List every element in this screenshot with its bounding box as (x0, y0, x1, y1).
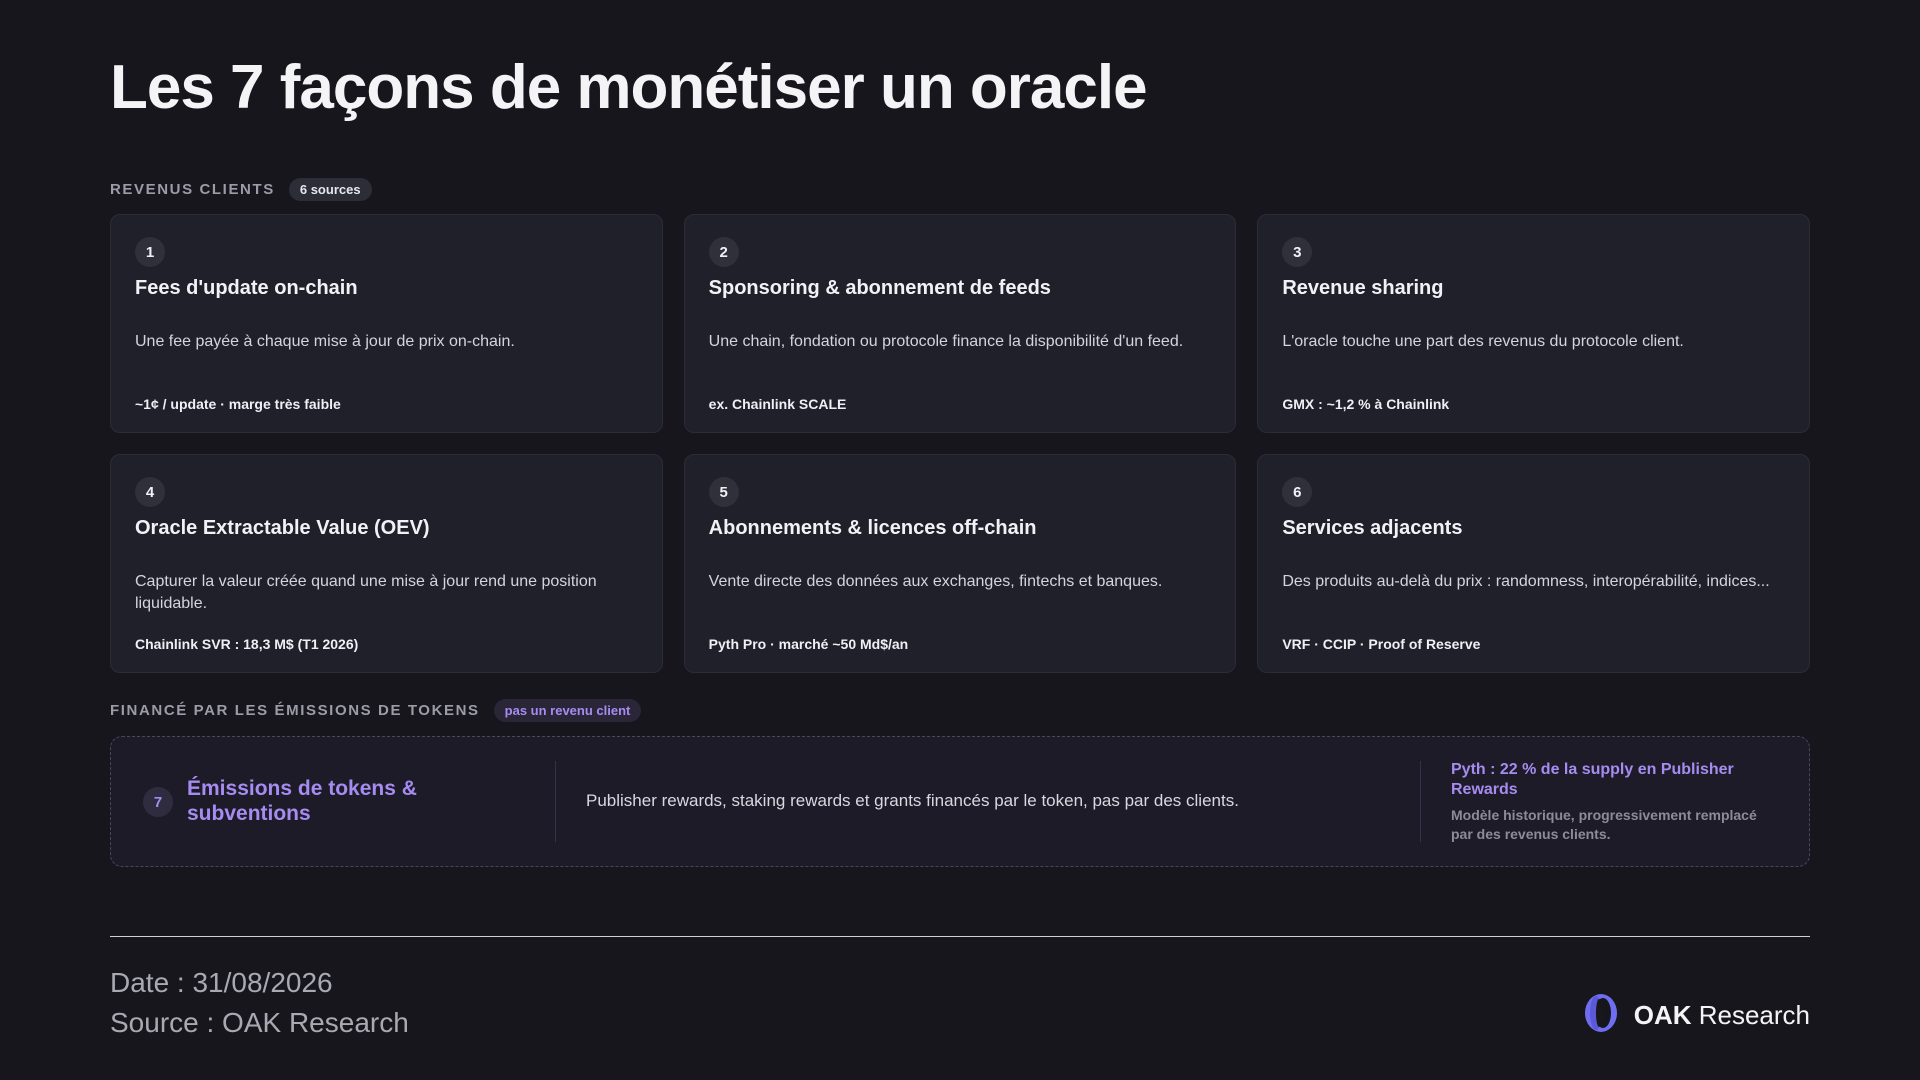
revenue-card-4: 4 Oracle Extractable Value (OEV) Capture… (110, 454, 663, 673)
footer-info: Date : 31/08/2026 Source : OAK Research (110, 963, 409, 1043)
tokens-section-header: FINANCÉ PAR LES ÉMISSIONS DE TOKENS pas … (110, 699, 642, 722)
token-emissions-card: 7 Émissions de tokens & subventions Publ… (110, 736, 1810, 867)
card-description: Une chain, fondation ou protocole financ… (708, 333, 1184, 350)
footer-divider (110, 936, 1810, 937)
slide: Les 7 façons de monétiser un oracle REVE… (0, 0, 1920, 1080)
card-description: Vente directe des données aux exchanges,… (708, 573, 1163, 590)
card-description: L'oracle touche une part des revenus du … (1282, 333, 1684, 350)
card-title: Fees d'update on-chain (135, 277, 358, 299)
card-example: VRF · CCIP · Proof of Reserve (1282, 636, 1481, 652)
revenue-cards-grid: 1 Fees d'update on-chain Une fee payée à… (110, 214, 1810, 673)
revenue-card-6: 6 Services adjacents Des produits au-del… (1257, 454, 1810, 673)
brand-name-rest: Research (1691, 1000, 1810, 1030)
footer-date: Date : 31/08/2026 (110, 967, 333, 998)
card-number: 7 (143, 787, 173, 817)
card-title: Services adjacents (1282, 517, 1463, 539)
clients-section-header: REVENUS CLIENTS 6 sources (110, 178, 372, 201)
card-number: 1 (135, 237, 165, 267)
card-title: Sponsoring & abonnement de feeds (708, 277, 1051, 299)
brand-name: OAK Research (1634, 1000, 1810, 1031)
card-description: Des produits au-delà du prix : randomnes… (1282, 573, 1770, 590)
card-example: Chainlink SVR : 18,3 M$ (T1 2026) (135, 636, 359, 652)
card-side-note: Pyth : 22 % de la supply en Publisher Re… (1451, 760, 1781, 844)
card-number: 6 (1282, 477, 1313, 507)
clients-section-label: REVENUS CLIENTS (110, 181, 275, 198)
revenue-card-5: 5 Abonnements & licences off-chain Vente… (683, 454, 1237, 673)
tokens-section-label: FINANCÉ PAR LES ÉMISSIONS DE TOKENS (110, 702, 480, 719)
oak-logo-icon (1582, 992, 1620, 1039)
divider (555, 761, 556, 842)
card-number: 3 (1282, 237, 1313, 267)
footer-source: Source : OAK Research (110, 1007, 409, 1038)
card-title: Oracle Extractable Value (OEV) (135, 517, 430, 539)
card-example: ~1¢ / update · marge très faible (135, 396, 341, 412)
card-example: ex. Chainlink SCALE (708, 396, 847, 412)
card-description: Publisher rewards, staking rewards et gr… (586, 791, 1239, 810)
card-number: 2 (708, 237, 739, 267)
card-example: GMX : ~1,2 % à Chainlink (1282, 396, 1450, 412)
card-number: 5 (708, 477, 739, 507)
card-description: Une fee payée à chaque mise à jour de pr… (135, 333, 515, 350)
revenue-card-3: 3 Revenue sharing L'oracle touche une pa… (1257, 214, 1810, 433)
card-example: Pyth Pro · marché ~50 Md$/an (708, 636, 909, 652)
divider (1420, 761, 1421, 842)
not-client-revenue-badge: pas un revenu client (493, 699, 642, 722)
card-number: 4 (135, 477, 165, 507)
card-description: Capturer la valeur créée quand une mise … (135, 573, 597, 612)
card-title: Émissions de tokens & subventions (187, 777, 417, 825)
revenue-card-1: 1 Fees d'update on-chain Une fee payée à… (110, 214, 663, 433)
brand: OAK Research (1582, 992, 1810, 1039)
card-title: Revenue sharing (1282, 277, 1444, 299)
card-title: Abonnements & licences off-chain (708, 517, 1037, 539)
revenue-card-2: 2 Sponsoring & abonnement de feeds Une c… (683, 214, 1237, 433)
side-note-detail: Modèle historique, progressivement rempl… (1451, 807, 1757, 842)
sources-count-badge: 6 sources (288, 178, 372, 201)
side-note-highlight: Pyth : 22 % de la supply en Publisher Re… (1451, 761, 1734, 798)
brand-name-bold: OAK (1633, 1000, 1692, 1030)
page-title: Les 7 façons de monétiser un oracle (110, 53, 1148, 122)
